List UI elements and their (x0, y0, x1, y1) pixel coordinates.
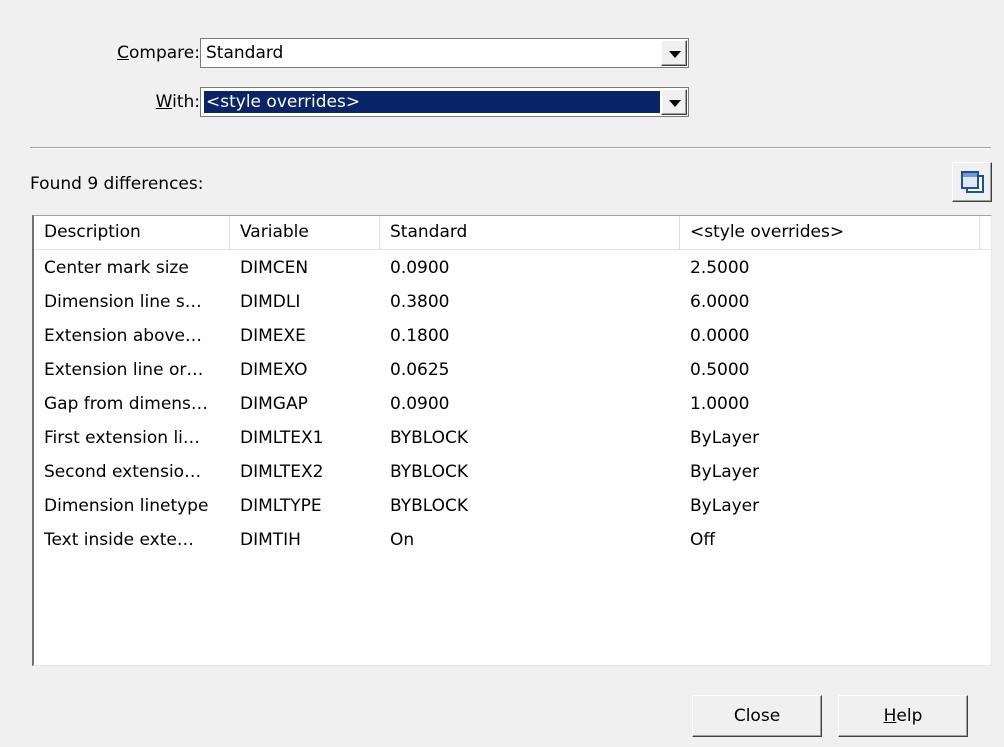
table-row[interactable]: Dimension line s… DIMDLI 0.3800 6.0000 (34, 285, 991, 319)
table-row[interactable]: First extension li… DIMLTEX1 BYBLOCK ByL… (34, 421, 991, 455)
cell-variable: DIMEXE (240, 326, 306, 346)
cell-description: Text inside exte… (44, 530, 194, 550)
cell-variable: DIMLTEX1 (240, 428, 324, 448)
column-header-description[interactable]: Description (34, 216, 230, 249)
list-header: Description Variable Standard <style ove… (34, 216, 991, 250)
column-header-style-overrides[interactable]: <style overrides> (680, 216, 980, 249)
cell-style-overrides: 0.5000 (690, 360, 750, 380)
table-row[interactable]: Second extensio… DIMLTEX2 BYBLOCK ByLaye… (34, 455, 991, 489)
cell-variable: DIMEXO (240, 360, 308, 380)
cell-variable: DIMCEN (240, 258, 309, 278)
cell-standard: BYBLOCK (390, 462, 469, 482)
cell-standard: BYBLOCK (390, 428, 469, 448)
column-header-standard[interactable]: Standard (380, 216, 680, 249)
compare-label: Compare: (117, 43, 200, 63)
cell-description: Extension above… (44, 326, 202, 346)
cell-variable: DIMGAP (240, 394, 308, 414)
list-rows: Center mark size DIMCEN 0.0900 2.5000 Di… (34, 251, 991, 557)
cell-style-overrides: 0.0000 (690, 326, 750, 346)
cell-style-overrides: Off (690, 530, 716, 550)
copy-to-clipboard-icon (961, 171, 984, 193)
cell-description: Second extensio… (44, 462, 202, 482)
cell-standard: 0.0625 (390, 360, 450, 380)
cell-variable: DIMLTYPE (240, 496, 322, 516)
cell-description: Dimension line s… (44, 292, 202, 312)
cell-description: Extension line or… (44, 360, 204, 380)
cell-style-overrides: ByLayer (690, 496, 760, 516)
compare-dropdown[interactable]: Standard (200, 38, 689, 68)
cell-style-overrides: ByLayer (690, 462, 760, 482)
table-row[interactable]: Extension above… DIMEXE 0.1800 0.0000 (34, 319, 991, 353)
cell-description: First extension li… (44, 428, 200, 448)
cell-description: Gap from dimens… (44, 394, 208, 414)
cell-variable: DIMDLI (240, 292, 301, 312)
chevron-down-icon[interactable] (661, 40, 687, 66)
table-row[interactable]: Extension line or… DIMEXO 0.0625 0.5000 (34, 353, 991, 387)
cell-variable: DIMTIH (240, 530, 301, 550)
close-button[interactable]: Close (692, 695, 822, 737)
with-dropdown-value: <style overrides> (204, 91, 660, 113)
cell-standard: 0.1800 (390, 326, 450, 346)
cell-variable: DIMLTEX2 (240, 462, 324, 482)
cell-standard: 0.0900 (390, 258, 450, 278)
table-row[interactable]: Dimension linetype DIMLTYPE BYBLOCK ByLa… (34, 489, 991, 523)
cell-standard: 0.0900 (390, 394, 450, 414)
chevron-down-icon[interactable] (661, 89, 687, 115)
cell-description: Dimension linetype (44, 496, 209, 516)
cell-style-overrides: 1.0000 (690, 394, 750, 414)
separator (30, 147, 991, 149)
with-label: With: (155, 92, 200, 112)
table-row[interactable]: Text inside exte… DIMTIH On Off (34, 523, 991, 557)
cell-style-overrides: 6.0000 (690, 292, 750, 312)
copy-to-clipboard-button[interactable] (952, 162, 992, 202)
help-button[interactable]: Help (838, 695, 968, 737)
with-dropdown[interactable]: <style overrides> (200, 87, 689, 117)
differences-count: Found 9 differences: (30, 174, 204, 194)
cell-style-overrides: 2.5000 (690, 258, 750, 278)
table-row[interactable]: Center mark size DIMCEN 0.0900 2.5000 (34, 251, 991, 285)
compare-dropdown-value: Standard (206, 43, 284, 63)
cell-description: Center mark size (44, 258, 189, 278)
cell-style-overrides: ByLayer (690, 428, 760, 448)
column-header-variable[interactable]: Variable (230, 216, 380, 249)
cell-standard: BYBLOCK (390, 496, 469, 516)
cell-standard: On (390, 530, 415, 550)
close-button-label: Close (733, 706, 781, 726)
cell-standard: 0.3800 (390, 292, 450, 312)
table-row[interactable]: Gap from dimens… DIMGAP 0.0900 1.0000 (34, 387, 991, 421)
differences-list[interactable]: Description Variable Standard <style ove… (32, 215, 992, 666)
